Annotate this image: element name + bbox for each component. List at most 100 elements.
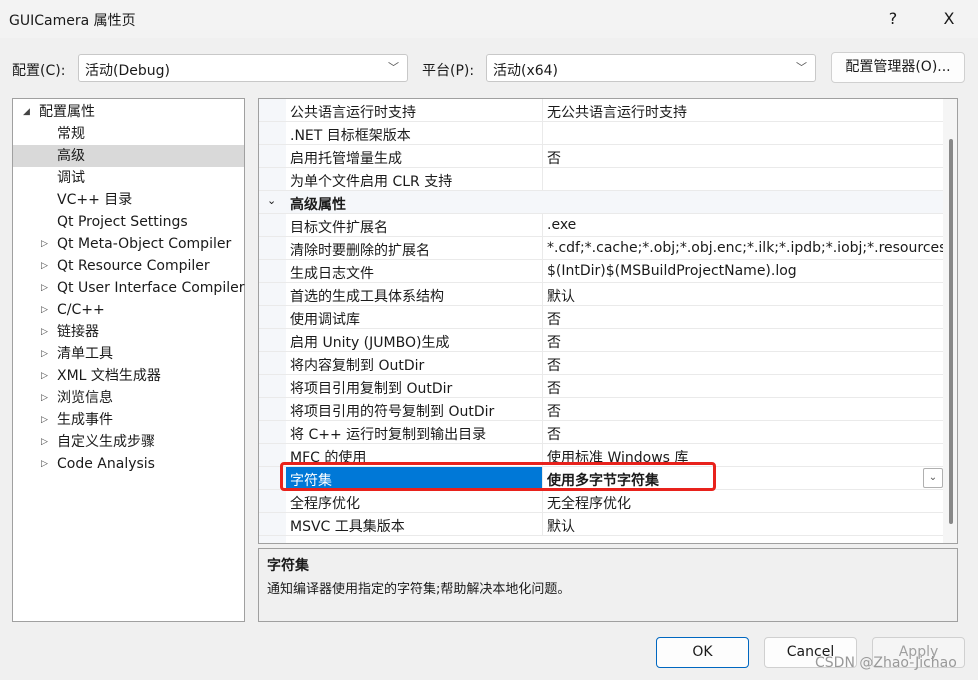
property-row[interactable]: 将项目引用复制到 OutDir 否 [259,375,943,398]
property-value[interactable]: 否 [547,401,943,421]
property-row[interactable]: 生成日志文件 $(IntDir)$(MSBuildProjectName).log [259,260,943,283]
expand-icon[interactable]: ▷ [41,365,48,387]
column-divider [542,122,543,145]
ok-button[interactable]: OK [656,637,749,668]
property-name: 将项目引用的符号复制到 OutDir [290,404,495,420]
property-row[interactable]: 全程序优化 无全程序优化 [259,490,943,513]
tree-item[interactable]: 调试 [13,167,244,189]
category-row[interactable]: ⌄ 高级属性 [259,191,943,214]
expand-icon[interactable]: ▷ [41,277,48,299]
expand-icon[interactable]: ▷ [41,343,48,365]
property-row[interactable]: 将项目引用的符号复制到 OutDir 否 [259,398,943,421]
expand-icon[interactable]: ▷ [41,409,48,431]
expand-icon[interactable]: ▷ [41,299,48,321]
tree-item-label: 常规 [57,126,85,142]
tree-item-label: XML 文档生成器 [57,368,161,384]
tree-item[interactable]: ▷ 自定义生成步骤 [13,431,244,453]
tree-item[interactable]: ▷ Qt User Interface Compiler [13,277,244,299]
tree-item[interactable]: ▷ 生成事件 [13,409,244,431]
dropdown-button[interactable]: ⌄ [923,468,943,488]
tree-item-label: 浏览信息 [57,390,113,406]
expand-icon[interactable]: ▷ [41,233,48,255]
property-value[interactable]: 无全程序优化 [547,493,943,513]
property-row[interactable]: MSVC 工具集版本 默认 [259,513,943,536]
property-value[interactable]: 默认 [547,286,943,306]
property-value[interactable]: 否 [547,378,943,398]
description-panel: 字符集 通知编译器使用指定的字符集;帮助解决本地化问题。 [258,548,958,622]
property-value[interactable]: 否 [547,309,943,329]
column-divider [542,260,543,283]
property-value[interactable]: .exe [547,217,943,233]
tree-item-label: 高级 [57,148,85,164]
column-divider [542,283,543,306]
property-value[interactable]: $(IntDir)$(MSBuildProjectName).log [547,263,943,279]
property-name: 启用托管增量生成 [290,151,402,167]
tree-item-label: 生成事件 [57,412,113,428]
column-divider [542,306,543,329]
property-name: MSVC 工具集版本 [290,519,405,535]
tree-item[interactable]: ▷ Qt Resource Compiler [13,255,244,277]
description-text: 通知编译器使用指定的字符集;帮助解决本地化问题。 [267,582,571,597]
collapse-icon[interactable]: ◢ [23,101,30,123]
property-value[interactable]: 无公共语言运行时支持 [547,102,943,122]
column-divider [542,237,543,260]
property-row[interactable]: 将内容复制到 OutDir 否 [259,352,943,375]
tree-item-label: 调试 [57,170,85,186]
tree-item[interactable]: ▷ C/C++ [13,299,244,321]
expand-icon[interactable]: ▷ [41,453,48,475]
property-name: 为单个文件启用 CLR 支持 [290,174,453,190]
tree-item-label: Qt Meta-Object Compiler [57,236,232,252]
scrollbar-thumb[interactable] [949,139,953,524]
property-name: .NET 目标框架版本 [290,128,411,144]
tree-item-label: Qt Resource Compiler [57,258,210,274]
close-button[interactable]: X [934,6,964,32]
tree-item[interactable]: ▷ Code Analysis [13,453,244,475]
tree-item-label: VC++ 目录 [57,192,133,208]
property-value[interactable]: 否 [547,148,943,168]
tree-item-label: 清单工具 [57,346,113,362]
column-divider [542,168,543,191]
column-divider [542,398,543,421]
tree-item[interactable]: ◢ 配置属性 [13,101,244,123]
platform-value: 活动(x64) [493,63,559,79]
property-value[interactable]: *.cdf;*.cache;*.obj;*.obj.enc;*.ilk;*.ip… [547,240,943,256]
property-row[interactable]: 启用托管增量生成 否 [259,145,943,168]
property-row[interactable]: 目标文件扩展名 .exe [259,214,943,237]
expand-icon[interactable]: ▷ [41,255,48,277]
help-button[interactable]: ? [878,6,908,32]
expand-icon[interactable]: ▷ [41,387,48,409]
property-row[interactable]: 清除时要删除的扩展名 *.cdf;*.cache;*.obj;*.obj.enc;… [259,237,943,260]
property-row[interactable]: 首选的生成工具体系结构 默认 [259,283,943,306]
property-value[interactable]: 否 [547,332,943,352]
property-row[interactable]: 将 C++ 运行时复制到输出目录 否 [259,421,943,444]
property-row[interactable]: 启用 Unity (JUMBO)生成 否 [259,329,943,352]
property-value[interactable]: 否 [547,355,943,375]
chevron-down-icon: ﹀ [796,61,807,74]
platform-select[interactable]: 活动(x64) ﹀ [486,54,816,82]
tree-item-label: 链接器 [57,324,99,340]
config-manager-button[interactable]: 配置管理器(O)... [831,52,965,83]
property-row[interactable]: .NET 目标框架版本 [259,122,943,145]
tree-item[interactable]: ▷ Qt Meta-Object Compiler [13,233,244,255]
tree-item[interactable]: 常规 [13,123,244,145]
tree-item[interactable]: Qt Project Settings [13,211,244,233]
tree-item[interactable]: VC++ 目录 [13,189,244,211]
expand-icon[interactable]: ▷ [41,321,48,343]
tree-item[interactable]: ▷ 清单工具 [13,343,244,365]
config-select[interactable]: 活动(Debug) ﹀ [78,54,408,82]
property-name: 公共语言运行时支持 [290,105,416,121]
tree-item[interactable]: ▷ 链接器 [13,321,244,343]
tree-item[interactable]: ▷ 浏览信息 [13,387,244,409]
tree-item[interactable]: ▷ XML 文档生成器 [13,365,244,387]
vertical-scrollbar[interactable] [943,99,957,543]
property-row[interactable]: 为单个文件启用 CLR 支持 [259,168,943,191]
collapse-icon[interactable]: ⌄ [267,194,276,207]
property-value[interactable]: 默认 [547,516,943,536]
column-divider [542,375,543,398]
property-value[interactable]: 否 [547,424,943,444]
property-name: 启用 Unity (JUMBO)生成 [290,335,450,351]
property-row[interactable]: 公共语言运行时支持 无公共语言运行时支持 [259,99,943,122]
property-row[interactable]: 使用调试库 否 [259,306,943,329]
tree-item[interactable]: 高级 [13,145,244,167]
expand-icon[interactable]: ▷ [41,431,48,453]
